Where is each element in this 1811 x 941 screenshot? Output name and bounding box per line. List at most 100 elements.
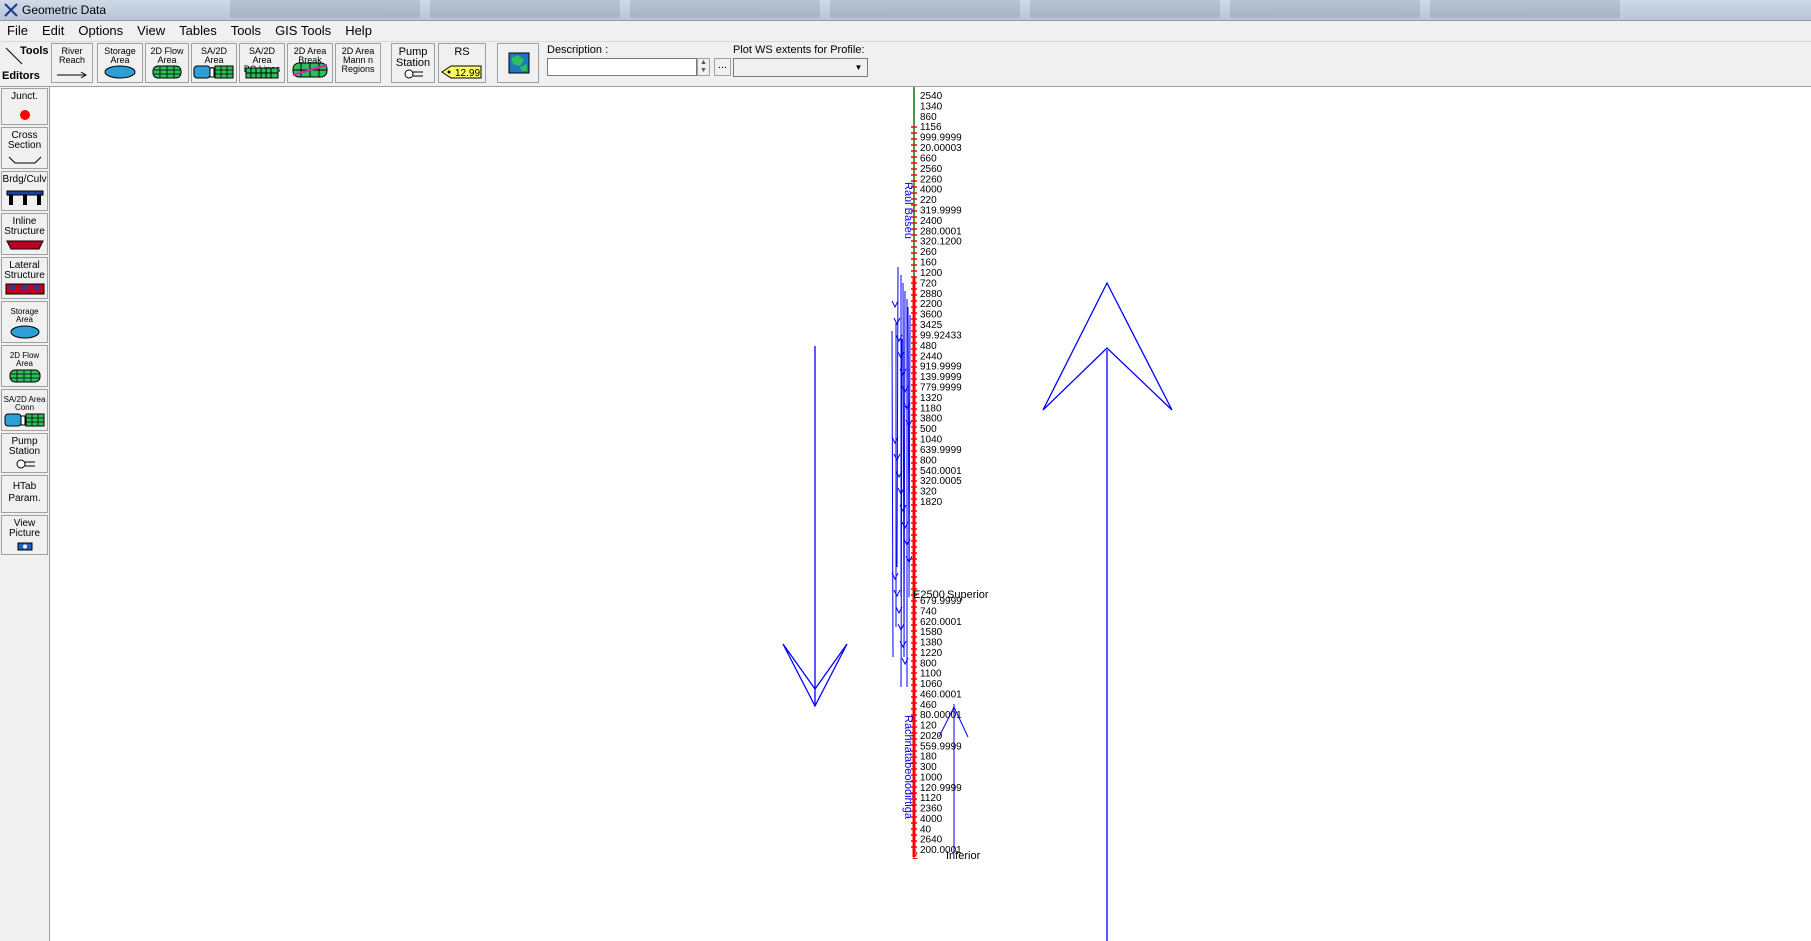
station-label: 320.0005 bbox=[920, 476, 962, 487]
flow-arrows bbox=[782, 281, 1173, 941]
description-ellipsis-button[interactable]: ... bbox=[714, 58, 731, 76]
station-label: 720 bbox=[920, 278, 937, 289]
menu-edit[interactable]: Edit bbox=[35, 21, 71, 38]
cross-section-button[interactable]: Cross Section bbox=[1, 127, 48, 169]
rs-button[interactable]: RS 12.99 bbox=[438, 43, 486, 83]
station-label: 220 bbox=[920, 195, 937, 206]
2d-flow-grid-icon bbox=[9, 369, 40, 383]
sa-2d-area-conn-button[interactable]: SA/2D AreaConn bbox=[191, 43, 237, 83]
inline-structure-button[interactable]: Inline Structure bbox=[1, 213, 48, 255]
station-label: 2640 bbox=[920, 835, 943, 846]
station-label: 639.9999 bbox=[920, 445, 962, 456]
station-label: 320.1200 bbox=[920, 237, 962, 248]
menu-gis-tools[interactable]: GIS Tools bbox=[268, 21, 338, 38]
map-icon bbox=[508, 52, 530, 74]
break-lines-icon bbox=[292, 62, 328, 78]
station-label: 2880 bbox=[920, 289, 943, 300]
pump-station-button[interactable]: Pump Station bbox=[391, 43, 435, 83]
menu-options[interactable]: Options bbox=[71, 21, 130, 38]
menu-tables[interactable]: Tables bbox=[172, 21, 224, 38]
bridge-culvert-button[interactable]: Brdg/Culv bbox=[1, 171, 48, 211]
lateral-structure-button[interactable]: Lateral Structure bbox=[1, 257, 48, 299]
description-spinner[interactable]: ▲ ▼ bbox=[697, 58, 710, 76]
river-schematic[interactable]: 254013408601156999.999920.00003660256022… bbox=[50, 87, 1811, 941]
station-label: 919.9999 bbox=[920, 362, 962, 373]
2d-flow-area-button[interactable]: 2D Flow Area bbox=[145, 43, 189, 83]
station-label: 300 bbox=[920, 762, 937, 773]
2d-area-break-lines-button[interactable]: 2D AreaBreak Lines bbox=[287, 43, 333, 83]
storage-area-side-button[interactable]: Storage Area bbox=[1, 301, 48, 343]
pump-icon bbox=[16, 459, 35, 469]
junction-button[interactable]: Junct. bbox=[1, 88, 48, 125]
reach-prefix-lower: 2 bbox=[912, 850, 918, 862]
2d-area-mann-n-regions-button[interactable]: 2D Area Mann n Regions bbox=[335, 43, 381, 83]
plot-ws-profile-select[interactable]: ▼ bbox=[733, 58, 868, 77]
station-labels: 254013408601156999.999920.00003660256022… bbox=[920, 91, 962, 856]
river-label-upper: Raul Baseu bbox=[902, 182, 914, 239]
2d-flow-area-side-button[interactable]: 2D Flow Area bbox=[1, 345, 48, 387]
river-label-lower: Rachnatabeolodirtiga bbox=[902, 715, 914, 820]
storage-area-button[interactable]: Storage Area bbox=[97, 43, 143, 83]
station-label: 1000 bbox=[920, 772, 943, 783]
menu-tools[interactable]: Tools bbox=[224, 21, 268, 38]
tributary-line bbox=[896, 266, 899, 568]
station-label: 800 bbox=[920, 455, 937, 466]
bridge-icon bbox=[6, 190, 43, 205]
station-label: 139.9999 bbox=[920, 372, 962, 383]
cross-section-icon bbox=[8, 156, 41, 164]
tributary-line bbox=[908, 314, 911, 598]
station-label: 260 bbox=[920, 247, 937, 258]
station-label: 540.0001 bbox=[920, 466, 962, 477]
reach-label-inferior: Inferior bbox=[946, 850, 981, 862]
station-label: 2020 bbox=[920, 731, 943, 742]
description-label: Description : bbox=[547, 44, 609, 56]
tributary-line bbox=[891, 330, 894, 658]
river-reach-icon bbox=[57, 71, 87, 79]
station-label: 4000 bbox=[920, 814, 943, 825]
toolbar: Tools Editors River Reach Storage Area 2D … bbox=[0, 42, 1811, 87]
tributary-arrowhead bbox=[893, 317, 901, 326]
menu-file[interactable]: File bbox=[0, 21, 35, 38]
gis-map-button[interactable] bbox=[497, 43, 539, 83]
station-label: 2540 bbox=[920, 91, 943, 102]
station-label: 319.9999 bbox=[920, 206, 962, 217]
sa-2d-area-conn-side-button[interactable]: SA/2D Area Conn bbox=[1, 389, 48, 431]
station-label: 1380 bbox=[920, 638, 943, 649]
app-icon bbox=[4, 3, 18, 17]
river-reach-button[interactable]: River Reach bbox=[51, 43, 93, 83]
station-label: 1120 bbox=[920, 793, 942, 804]
sa-2d-bc-lines-button[interactable]: SA/2D AreaBC Lines bbox=[239, 43, 285, 83]
plot-ws-extents-label: Plot WS extents for Profile: bbox=[733, 44, 865, 56]
station-label: 1200 bbox=[920, 268, 943, 279]
tributary-line bbox=[903, 290, 906, 658]
tributary-arrowhead bbox=[893, 589, 901, 598]
tributary-lines bbox=[891, 266, 913, 688]
station-label: 660 bbox=[920, 154, 937, 165]
station-label: 3425 bbox=[920, 320, 943, 331]
station-label: 500 bbox=[920, 424, 937, 435]
station-label: 99.92433 bbox=[920, 330, 962, 341]
camera-icon bbox=[17, 542, 32, 551]
station-label: 480 bbox=[920, 341, 937, 352]
tools-label: Tools bbox=[20, 45, 49, 57]
storage-area-icon bbox=[10, 325, 39, 339]
schematic-canvas[interactable]: 2540 1340 860 1156 999.9999 20.00003 660 2560 22… bbox=[50, 87, 1811, 941]
station-label: 20.00003 bbox=[920, 143, 962, 154]
pump-station-side-button[interactable]: Pump Station bbox=[1, 433, 48, 473]
station-label: 1040 bbox=[920, 435, 943, 446]
lateral-structure-icon bbox=[5, 283, 44, 295]
svg-text:12.99: 12.99 bbox=[455, 68, 480, 79]
sa-2d-conn-icon bbox=[4, 413, 44, 427]
station-label: 180 bbox=[920, 752, 937, 763]
view-picture-button[interactable]: View Picture bbox=[1, 515, 48, 555]
title-bar: Geometric Data bbox=[0, 0, 1811, 21]
inline-structure-icon bbox=[5, 240, 44, 250]
chevron-down-icon: ▼ bbox=[854, 63, 863, 72]
station-label: 2360 bbox=[920, 804, 943, 815]
description-input[interactable] bbox=[547, 58, 697, 76]
menu-help[interactable]: Help bbox=[338, 21, 379, 38]
station-label: 2440 bbox=[920, 351, 943, 362]
menu-view[interactable]: View bbox=[130, 21, 172, 38]
htab-param-button[interactable]: HTab Param. bbox=[1, 475, 48, 513]
station-label: 1820 bbox=[920, 497, 943, 508]
